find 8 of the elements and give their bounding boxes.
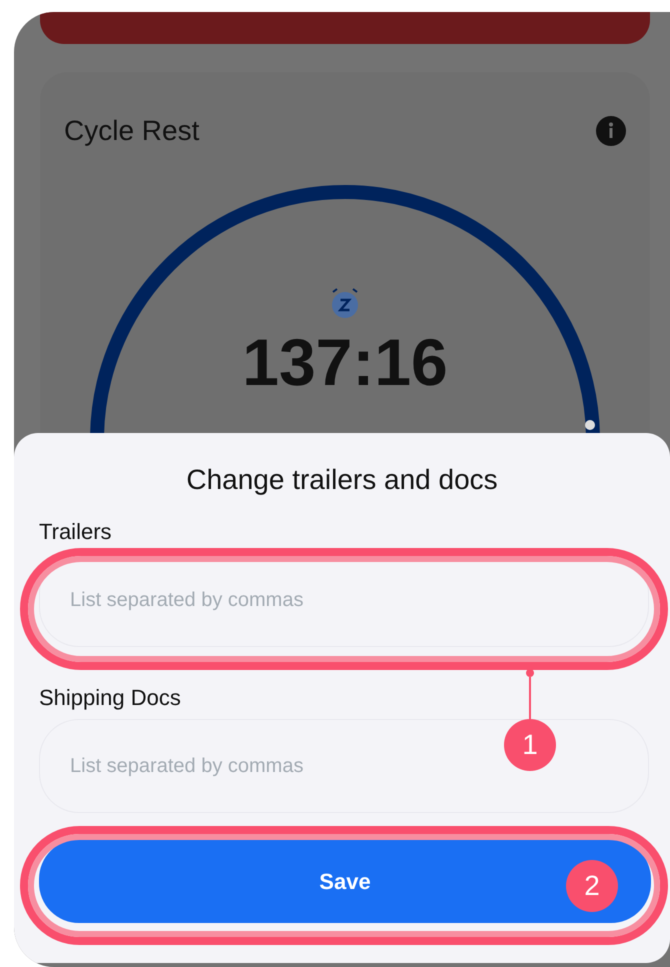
timer-value: 137:16 bbox=[242, 329, 448, 395]
field-label: Trailers bbox=[39, 519, 113, 545]
card-title: Cycle Rest bbox=[64, 114, 200, 148]
sheet-title: Change trailers and docs bbox=[186, 463, 498, 497]
field-label: Shipping Docs bbox=[39, 685, 182, 711]
alarm-clock-icon bbox=[329, 287, 361, 319]
leader-line bbox=[526, 669, 534, 721]
info-icon[interactable] bbox=[596, 116, 626, 146]
